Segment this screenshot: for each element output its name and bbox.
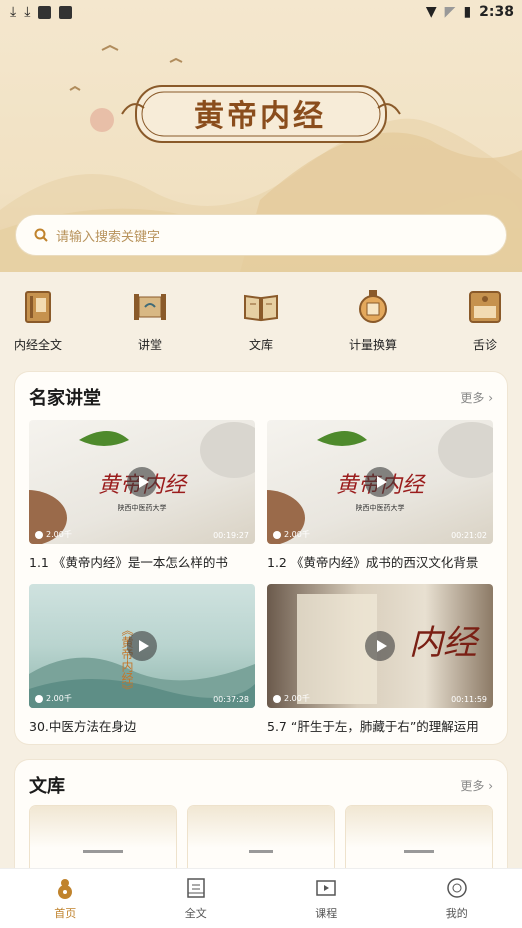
library-document[interactable] — [188, 806, 334, 876]
video-title: 1.1 《黄帝内经》是一本怎么样的书 — [29, 555, 228, 570]
more-link[interactable]: 更多 › — [460, 389, 493, 406]
svg-text:内经: 内经 — [409, 623, 480, 663]
menu-item-measure-convert[interactable]: 计量换算 — [333, 282, 413, 353]
menu-label: 讲堂 — [137, 338, 162, 352]
library-document[interactable] — [346, 806, 492, 876]
video-thumbnail: 内经 2.00千 00:11:59 — [267, 584, 493, 708]
video-title: 5.7 “肝生于左，肺藏于右”的理解运用 — [267, 719, 479, 734]
tongue-box-icon — [466, 288, 504, 326]
clock: 2:38 — [479, 4, 514, 20]
status-bar: ⤓ ⤓ ▼ ◤ ▮ 2:38 — [0, 0, 522, 24]
video-item[interactable]: 内经 2.00千 00:11:59 5.7 “肝生于左，肺藏于右”的理解运用 — [267, 584, 493, 735]
video-duration: 00:37:28 — [213, 695, 249, 704]
scroll-icon — [131, 288, 169, 326]
video-item[interactable]: 《黄帝内经》 2.00千 00:37:28 30.中医方法在身边 — [29, 584, 255, 735]
menu-label: 内经全文 — [13, 338, 62, 352]
menu-label: 舌诊 — [472, 338, 497, 352]
play-icon — [365, 467, 395, 497]
notification-icon — [38, 5, 52, 19]
video-duration: 00:11:59 — [451, 695, 487, 704]
open-book-icon — [242, 288, 280, 326]
tab-label: 全文 — [184, 907, 207, 920]
play-icon — [365, 631, 395, 661]
video-play-icon — [315, 877, 337, 899]
play-count-icon — [35, 530, 43, 539]
scale-jar-icon — [354, 288, 392, 326]
video-thumbnail: 《黄帝内经》 2.00千 00:37:28 — [29, 584, 255, 708]
profile-icon — [446, 877, 468, 899]
tab-label: 首页 — [54, 907, 77, 920]
svg-text:陕西中医药大学: 陕西中医药大学 — [118, 503, 167, 512]
tab-full-text[interactable]: 全文 — [131, 869, 262, 928]
video-title: 30.中医方法在身边 — [29, 719, 137, 734]
search-icon — [34, 228, 48, 242]
section-title: 文库 — [29, 776, 65, 797]
tab-label: 课程 — [315, 907, 338, 920]
document-icon — [185, 877, 207, 899]
quick-menu: 内经全文 讲堂 文库 计量换算 舌诊 — [0, 282, 522, 362]
more-link[interactable]: 更多 › — [460, 777, 493, 794]
notification-icon — [59, 5, 73, 19]
menu-item-tongue-diagnosis[interactable]: 舌诊 — [445, 282, 522, 353]
book-icon — [19, 288, 57, 326]
hero-title: 黄帝内经 — [194, 99, 326, 134]
gourd-icon — [54, 877, 76, 899]
video-duration: 00:19:27 — [213, 531, 249, 540]
play-icon — [127, 631, 157, 661]
wifi-icon: ▼ — [425, 4, 437, 20]
menu-label: 计量换算 — [348, 338, 397, 352]
video-item[interactable]: 黄帝内经 陕西中医药大学 2.00千 00:19:27 1.1 《黄帝内经》是一… — [29, 420, 255, 571]
play-count-icon — [273, 530, 281, 539]
view-count: 2.00千 — [273, 529, 310, 540]
search-placeholder: 请输入搜索关键字 — [56, 229, 161, 245]
view-count: 2.00千 — [35, 529, 72, 540]
view-count: 2.00千 — [35, 693, 72, 704]
play-count-icon — [35, 694, 43, 703]
svg-text:陕西中医药大学: 陕西中医药大学 — [356, 503, 405, 512]
search-input[interactable]: 请输入搜索关键字 — [15, 214, 507, 256]
download-icon: ⤓ — [10, 4, 17, 20]
section-title: 名家讲堂 — [29, 388, 101, 409]
lectures-card: 名家讲堂 更多 › 黄帝内经 陕西中医药大学 2.00千 00:19:27 1.… — [15, 372, 507, 744]
tab-label: 我的 — [445, 907, 468, 920]
video-thumbnail: 黄帝内经 陕西中医药大学 2.00千 00:19:27 — [29, 420, 255, 544]
view-count: 2.00千 — [273, 693, 310, 704]
bottom-tab-bar: 首页 全文 课程 我的 — [0, 868, 522, 928]
tab-course[interactable]: 课程 — [261, 869, 392, 928]
menu-item-full-text[interactable]: 内经全文 — [0, 282, 78, 353]
menu-item-library[interactable]: 文库 — [221, 282, 301, 353]
battery-icon: ▮ — [463, 4, 472, 20]
tab-home[interactable]: 首页 — [0, 869, 131, 928]
video-thumbnail: 黄帝内经 陕西中医药大学 2.00千 00:21:02 — [267, 420, 493, 544]
menu-item-lecture[interactable]: 讲堂 — [110, 282, 190, 353]
video-title: 1.2 《黄帝内经》成书的西汉文化背景 — [267, 555, 479, 570]
menu-label: 文库 — [248, 338, 273, 352]
signal-icon: ◤ — [444, 4, 456, 20]
library-document[interactable] — [30, 806, 176, 876]
video-item[interactable]: 黄帝内经 陕西中医药大学 2.00千 00:21:02 1.2 《黄帝内经》成书… — [267, 420, 493, 571]
tab-mine[interactable]: 我的 — [392, 869, 522, 928]
play-count-icon — [273, 694, 281, 703]
hero-title-plaque: 黄帝内经 — [122, 80, 398, 146]
video-duration: 00:21:02 — [451, 531, 487, 540]
download-icon: ⤓ — [24, 4, 31, 20]
play-icon — [127, 467, 157, 497]
